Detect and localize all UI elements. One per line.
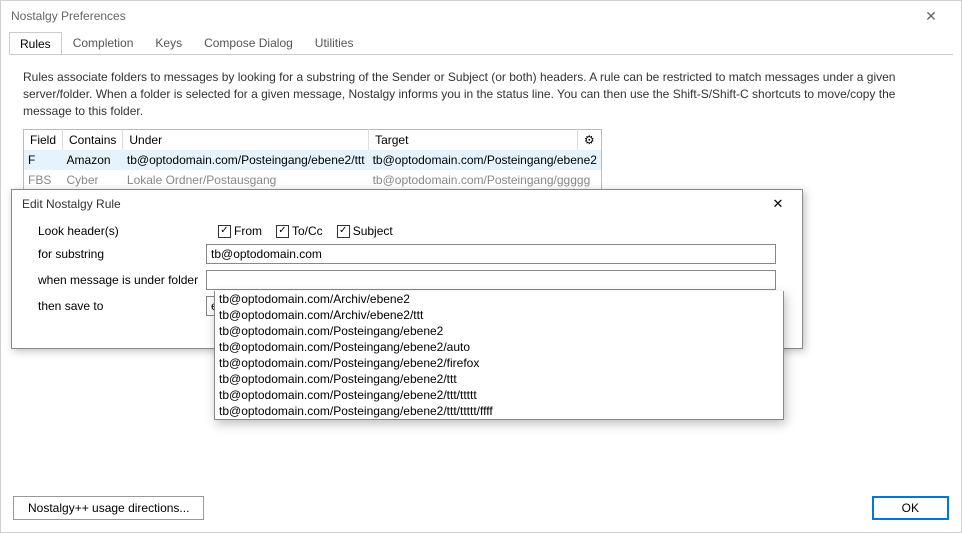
tab-completion[interactable]: Completion [62, 31, 145, 54]
window-title: Nostalgy Preferences [11, 9, 911, 23]
footer: Nostalgy++ usage directions... OK [13, 496, 949, 520]
label-under-folder: when message is under folder [38, 273, 206, 287]
autocomplete-item[interactable]: tb@optodomain.com/Posteingang/ebene2/ttt… [215, 387, 783, 403]
tab-utilities[interactable]: Utilities [304, 31, 365, 54]
cell-field: F [24, 150, 63, 170]
col-contains[interactable]: Contains [63, 130, 123, 151]
autocomplete-item[interactable]: tb@optodomain.com/Archiv/ebene2/ttt [215, 307, 783, 323]
checkbox-tocc-label: To/Cc [292, 224, 323, 238]
cell-target: tb@optodomain.com/Posteingang/ggggg [369, 170, 602, 191]
tab-rules[interactable]: Rules [9, 32, 62, 55]
rules-table: Field Contains Under Target ⚙ F Amazon t… [23, 129, 602, 191]
checkbox-tocc[interactable]: ✓ To/Cc [276, 224, 323, 238]
preferences-window: Nostalgy Preferences ✕ Rules Completion … [0, 0, 962, 533]
col-target[interactable]: Target [369, 130, 578, 151]
label-substring: for substring [38, 247, 206, 261]
check-icon: ✓ [218, 225, 231, 238]
label-look-headers: Look header(s) [38, 224, 218, 238]
rules-description: Rules associate folders to messages by l… [23, 69, 939, 119]
label-save-to: then save to [38, 299, 206, 313]
tabs: Rules Completion Keys Compose Dialog Uti… [1, 31, 961, 54]
substring-input[interactable] [206, 244, 776, 264]
autocomplete-item[interactable]: tb@optodomain.com/Posteingang/ebene2 [215, 323, 783, 339]
save-to-autocomplete: tb@optodomain.com/Archiv/ebene2 tb@optod… [214, 291, 784, 420]
checkbox-from-label: From [234, 224, 262, 238]
autocomplete-item[interactable]: tb@optodomain.com/Posteingang/ebene2/fir… [215, 355, 783, 371]
ok-button[interactable]: OK [872, 496, 949, 520]
table-row[interactable]: FBS Cyber Lokale Ordner/Postausgang tb@o… [24, 170, 602, 191]
cell-target: tb@optodomain.com/Posteingang/ebene2 [369, 150, 602, 170]
autocomplete-item[interactable]: tb@optodomain.com/Posteingang/ebene2/ttt [215, 371, 783, 387]
usage-directions-button[interactable]: Nostalgy++ usage directions... [13, 496, 204, 520]
check-icon: ✓ [276, 225, 289, 238]
column-picker-icon: ⚙ [584, 133, 595, 147]
col-under[interactable]: Under [123, 130, 369, 151]
cell-under: Lokale Ordner/Postausgang [123, 170, 369, 191]
col-field[interactable]: Field [24, 130, 63, 151]
autocomplete-item[interactable]: tb@optodomain.com/Archiv/ebene2 [215, 291, 783, 307]
tab-keys[interactable]: Keys [144, 31, 193, 54]
cell-contains: Cyber [63, 170, 123, 191]
col-picker-icon[interactable]: ⚙ [577, 130, 601, 151]
dialog-titlebar: Edit Nostalgy Rule ✕ [12, 190, 802, 218]
tab-compose-dialog[interactable]: Compose Dialog [193, 31, 304, 54]
autocomplete-item[interactable]: tb@optodomain.com/Posteingang/ebene2/aut… [215, 339, 783, 355]
autocomplete-item[interactable]: tb@optodomain.com/Posteingang/ebene2/ttt… [215, 403, 783, 419]
cell-under: tb@optodomain.com/Posteingang/ebene2/ttt [123, 150, 369, 170]
cell-field: FBS [24, 170, 63, 191]
check-icon: ✓ [337, 225, 350, 238]
dialog-title: Edit Nostalgy Rule [22, 197, 764, 211]
cell-contains: Amazon [63, 150, 123, 170]
table-row[interactable]: F Amazon tb@optodomain.com/Posteingang/e… [24, 150, 602, 170]
dialog-close-icon[interactable]: ✕ [764, 193, 792, 215]
under-folder-input[interactable] [206, 270, 776, 290]
checkbox-subject[interactable]: ✓ Subject [337, 224, 393, 238]
checkbox-subject-label: Subject [353, 224, 393, 238]
titlebar: Nostalgy Preferences ✕ [1, 1, 961, 31]
close-icon[interactable]: ✕ [911, 1, 951, 31]
checkbox-from[interactable]: ✓ From [218, 224, 262, 238]
